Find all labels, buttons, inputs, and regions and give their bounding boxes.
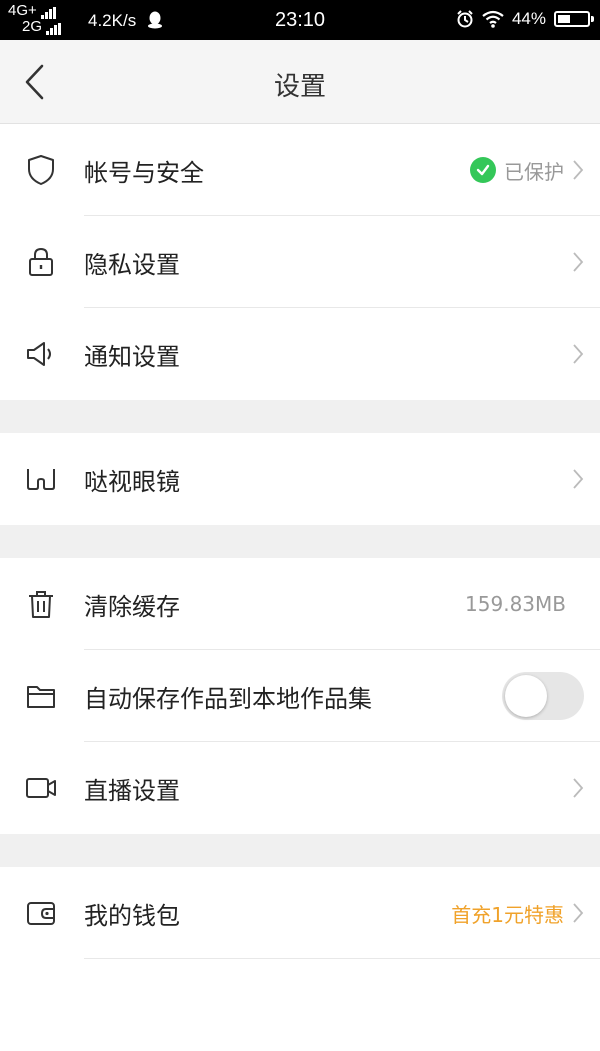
settings-group-wallet: 我的钱包 首充1元特惠 xyxy=(0,867,600,1051)
speaker-icon xyxy=(25,338,57,370)
settings-item-label: 直播设置 xyxy=(84,776,180,805)
chevron-right-icon xyxy=(573,344,584,364)
settings-item-wallet[interactable]: 我的钱包 首充1元特惠 xyxy=(0,867,600,959)
settings-item-label: 我的钱包 xyxy=(84,901,180,930)
lock-icon xyxy=(25,246,57,278)
chevron-right-icon xyxy=(573,778,584,798)
battery-level xyxy=(558,15,570,23)
settings-item-label: 隐私设置 xyxy=(84,250,180,279)
battery-icon xyxy=(554,11,594,27)
settings-item-label: 自动保存作品到本地作品集 xyxy=(84,684,372,713)
settings-item-clear-cache[interactable]: 清除缓存 159.83MB xyxy=(0,558,600,650)
settings-item-label: 哒视眼镜 xyxy=(84,467,180,496)
protection-status: 已保护 xyxy=(504,159,564,184)
settings-item-live-stream[interactable]: 直播设置 xyxy=(0,742,600,834)
wifi-icon xyxy=(482,10,504,28)
settings-item-label: 帐号与安全 xyxy=(84,158,204,187)
wallet-promo: 首充1元特惠 xyxy=(451,902,564,927)
settings-item-partial[interactable] xyxy=(0,959,600,1051)
settings-group-account: 帐号与安全 已保护 隐私设置 通知设置 xyxy=(0,124,600,400)
chevron-right-icon xyxy=(573,160,584,180)
shield-icon xyxy=(25,154,57,186)
section-gap xyxy=(0,834,600,867)
toggle-knob xyxy=(505,675,547,717)
nav-header: 设置 xyxy=(0,40,600,124)
settings-item-notifications[interactable]: 通知设置 xyxy=(0,308,600,400)
status-bar: 4G+ 2G 4.2K/s 23:10 44% xyxy=(0,0,600,40)
chevron-right-icon xyxy=(573,469,584,489)
settings-item-label: 清除缓存 xyxy=(84,592,180,621)
page-title: 设置 xyxy=(273,72,326,102)
cache-size: 159.83MB xyxy=(465,592,566,616)
settings-item-account-security[interactable]: 帐号与安全 已保护 xyxy=(0,124,600,216)
chevron-right-icon xyxy=(573,903,584,923)
trash-icon xyxy=(25,588,57,620)
settings-item-auto-save: 自动保存作品到本地作品集 xyxy=(0,650,600,742)
glasses-icon xyxy=(25,463,57,495)
section-gap xyxy=(0,525,600,558)
battery-percentage: 44% xyxy=(511,9,546,28)
video-camera-icon xyxy=(25,772,57,804)
settings-item-glasses[interactable]: 哒视眼镜 xyxy=(0,433,600,525)
auto-save-toggle[interactable] xyxy=(502,672,584,720)
alarm-icon xyxy=(456,10,474,28)
settings-group-glasses: 哒视眼镜 xyxy=(0,433,600,525)
folder-icon xyxy=(25,680,57,712)
check-circle-icon xyxy=(470,157,496,183)
wallet-icon xyxy=(25,897,57,929)
chevron-right-icon xyxy=(573,252,584,272)
section-gap xyxy=(0,400,600,433)
settings-item-privacy[interactable]: 隐私设置 xyxy=(0,216,600,308)
settings-group-storage: 清除缓存 159.83MB 自动保存作品到本地作品集 直播设置 xyxy=(0,558,600,834)
settings-item-label: 通知设置 xyxy=(84,342,180,371)
